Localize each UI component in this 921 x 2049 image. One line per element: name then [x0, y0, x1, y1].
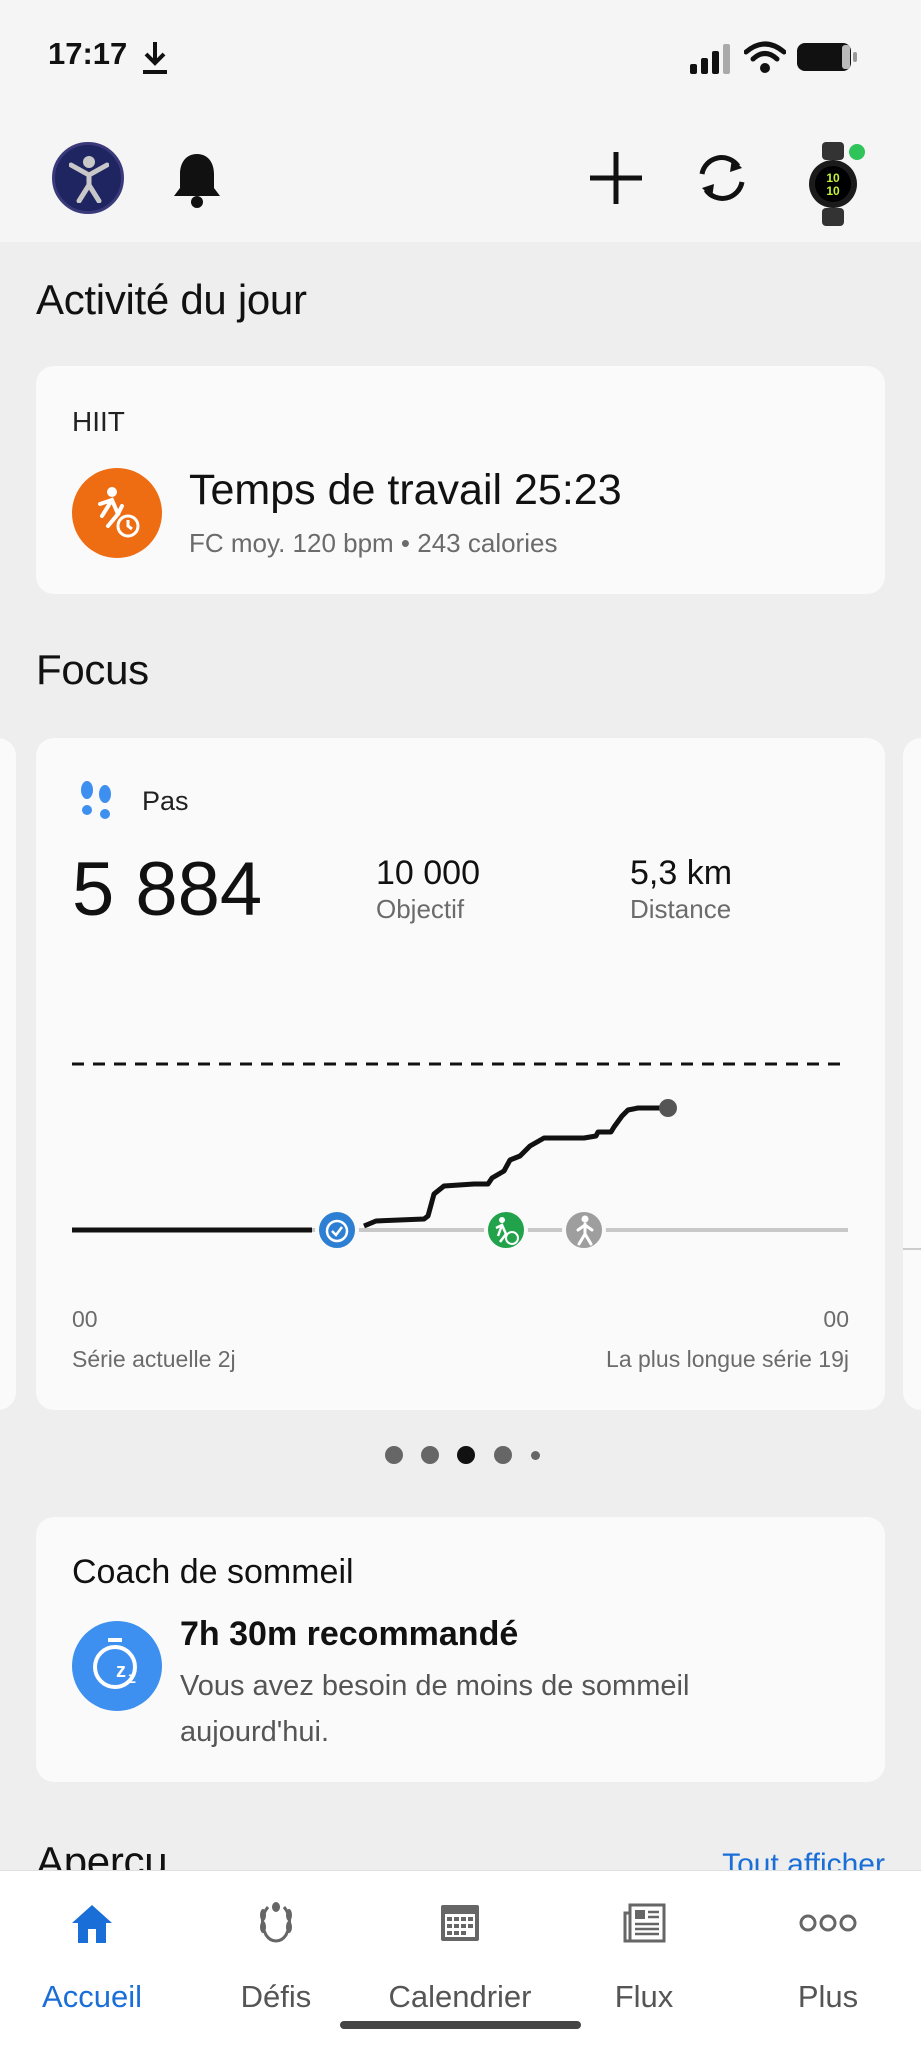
avatar[interactable]	[52, 142, 124, 214]
next-card-peek[interactable]	[903, 738, 921, 1410]
steps-label: Pas	[142, 786, 189, 816]
pager-dot[interactable]	[494, 1446, 512, 1464]
home-icon	[72, 1905, 112, 1943]
sync-icon[interactable]	[692, 150, 752, 206]
goal-value: 10 000	[376, 854, 480, 892]
section-title-overview: Aperçu	[36, 1838, 168, 1870]
calendar-icon	[441, 1905, 479, 1941]
timer-marker	[315, 1208, 359, 1252]
activity-badge	[72, 468, 162, 558]
steps-line-progress	[363, 1105, 670, 1229]
next-card-line	[903, 1248, 921, 1250]
activity-headline: Temps de travail 25:23	[189, 466, 622, 514]
activity-card[interactable]: HIIT Temps de travail 25:23 FC moy. 120 …	[36, 366, 885, 594]
pager	[0, 1444, 921, 1468]
sleep-coach-card[interactable]: Coach de sommeil z z 7h 30m recommandé V…	[36, 1517, 885, 1782]
steps-card[interactable]: Pas 5 884 10 000 Objectif 5,3 km Distanc…	[36, 738, 885, 1410]
add-icon[interactable]	[588, 150, 644, 206]
steps-chart	[72, 1062, 848, 1252]
nav-label-calendar: Calendrier	[388, 1979, 532, 2014]
goal-label: Objectif	[376, 894, 465, 924]
pager-dot-active[interactable]	[457, 1446, 475, 1464]
home-indicator[interactable]	[340, 2021, 581, 2029]
nav-label-feed: Flux	[614, 1979, 674, 2014]
sleep-coach-title: Coach de sommeil	[72, 1553, 354, 1591]
longest-streak: La plus longue série 19j	[606, 1346, 849, 1372]
axis-start-label: 00	[72, 1306, 98, 1332]
person-icon	[69, 156, 109, 203]
hiit-marker	[484, 1208, 528, 1252]
svg-text:10: 10	[826, 184, 840, 198]
more-icon	[799, 1914, 857, 1932]
pager-dot-small[interactable]	[531, 1451, 540, 1460]
distance-value: 5,3 km	[630, 854, 733, 892]
section-title-focus: Focus	[36, 646, 149, 693]
status-time: 17:17	[48, 36, 128, 71]
svg-text:10: 10	[826, 171, 840, 185]
status-bar: 17:17	[0, 0, 921, 120]
activity-type: HIIT	[72, 406, 125, 437]
current-point	[659, 1099, 677, 1117]
axis-end-label: 00	[823, 1306, 849, 1332]
sleep-recommendation: 7h 30m recommandé	[180, 1615, 519, 1653]
previous-card-peek[interactable]	[0, 738, 16, 1410]
signal-icon	[690, 44, 730, 74]
footprints-icon	[81, 781, 111, 819]
distance-label: Distance	[630, 894, 732, 924]
sleep-timer-icon: z z	[93, 1638, 137, 1689]
connected-dot	[849, 144, 865, 160]
sleep-badge: z z	[72, 1621, 162, 1711]
laurel-icon	[260, 1902, 292, 1943]
pager-dot[interactable]	[421, 1446, 439, 1464]
sleep-message: Vous avez besoin de moins de sommeil auj…	[180, 1670, 690, 1748]
news-feed-icon	[623, 1903, 666, 1943]
svg-text:z: z	[128, 1670, 136, 1687]
nav-label-challenges: Défis	[240, 1979, 312, 2014]
wifi-icon	[744, 41, 786, 73]
bottom-navigation: Accueil Défis Calendrier Flux Plus	[0, 1870, 921, 2049]
svg-text:z: z	[116, 1660, 126, 1682]
watch-device[interactable]: 10 10	[808, 142, 865, 226]
see-all-link[interactable]: Tout afficher	[722, 1848, 885, 1870]
current-streak: Série actuelle 2j	[72, 1346, 236, 1372]
download-icon	[143, 42, 167, 74]
nav-label-home: Accueil	[42, 1979, 142, 2014]
walk-marker	[562, 1208, 606, 1252]
activity-details: FC moy. 120 bpm • 243 calories	[189, 528, 558, 558]
nav-label-more: Plus	[797, 1979, 859, 2014]
steps-value: 5 884	[72, 847, 263, 932]
section-title-today: Activité du jour	[36, 276, 307, 323]
bell-icon[interactable]	[170, 150, 224, 210]
battery-icon	[797, 43, 857, 71]
hiit-timer-icon	[98, 487, 140, 538]
app-header: 10 10	[0, 120, 921, 242]
pager-dot[interactable]	[385, 1446, 403, 1464]
overview-header: Aperçu Tout afficher	[0, 1820, 921, 1870]
